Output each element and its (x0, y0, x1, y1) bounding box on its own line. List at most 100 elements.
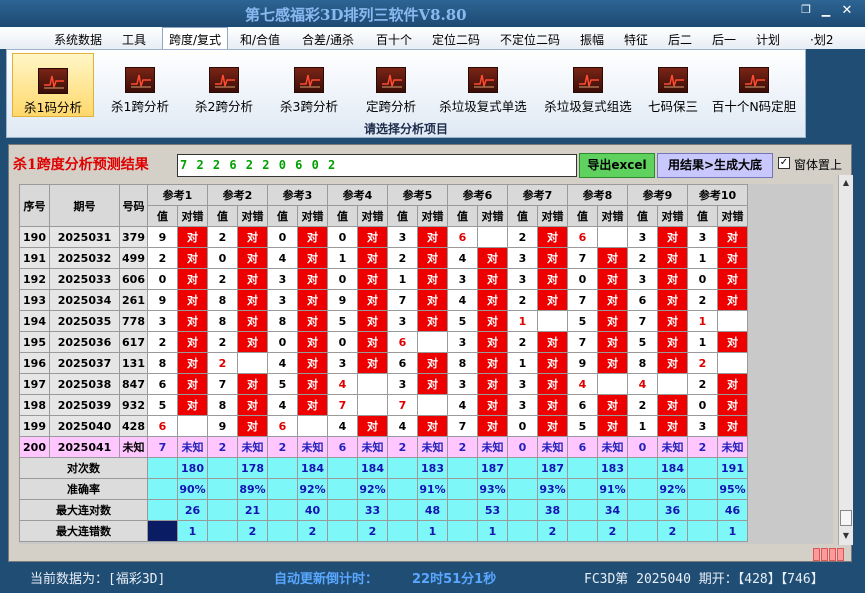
stats-value-cell: 36 (657, 499, 688, 521)
header-ref-7[interactable]: 参考7 (507, 184, 568, 206)
stats-spacer-cell (447, 478, 478, 500)
analysis-button-8[interactable]: 百十个N码定胆 (707, 53, 801, 117)
header-ref-8[interactable]: 参考8 (567, 184, 628, 206)
stats-value-cell: 1 (717, 520, 748, 542)
ref-value-cell: 6 (387, 352, 418, 374)
header-index[interactable]: 序号 (19, 184, 50, 227)
menu-item-1[interactable]: 工具 (122, 31, 146, 48)
analysis-button-4[interactable]: 定跨分析 (351, 53, 431, 117)
ref-value-cell: 0 (327, 331, 358, 353)
ref-value-cell: 2 (687, 352, 718, 374)
menu-item-0[interactable]: 系统数据 (54, 31, 102, 48)
ref-result-cell: 对 (177, 268, 208, 290)
ref-value-cell: 8 (627, 352, 658, 374)
generate-base-button[interactable]: 用结果>生成大底 (657, 153, 773, 178)
header-period[interactable]: 期号 (49, 184, 120, 227)
table-row[interactable]: 198 2025039 932 5 对 8 对 4 对 7 错 7 错 4 对 3 对 6 对 2 对 0 对 (19, 394, 748, 416)
row-index: 190 (19, 226, 50, 248)
ref-result-cell: 对 (597, 289, 628, 311)
analysis-button-1[interactable]: 杀1跨分析 (99, 53, 181, 117)
vertical-scrollbar[interactable]: ▲ ▼ (838, 175, 853, 545)
menu-item-2[interactable]: 跨度/复式 (162, 27, 229, 49)
stats-spacer-cell (507, 478, 538, 500)
table-row[interactable]: 194 2025035 778 3 对 8 对 8 对 5 对 3 对 5 对 1 错 5 对 7 对 1 错 (19, 310, 748, 332)
ref-value-cell: 2 (507, 226, 538, 248)
analysis-button-7[interactable]: 七码保三 (639, 53, 707, 117)
header-ref-9[interactable]: 参考9 (627, 184, 688, 206)
table-row[interactable]: 196 2025037 131 8 对 2 错 4 对 3 对 6 对 8 对 1 对 9 对 8 对 2 错 (19, 352, 748, 374)
header-ref-2[interactable]: 参考2 (207, 184, 268, 206)
ref-result-cell: 错 (417, 394, 448, 416)
restore-icon[interactable]: ❐ (797, 3, 815, 16)
ref-value-cell: 3 (507, 247, 538, 269)
update-progress-indicator (813, 546, 849, 561)
ref-result-cell: 对 (417, 289, 448, 311)
table-row[interactable]: 199 2025040 428 6 错 9 对 6 错 4 对 4 对 7 对 0 对 5 对 1 对 3 对 (19, 415, 748, 437)
prediction-row[interactable]: 200 2025041 未知 7 未知 2 未知 2 未知 6 未知 2 未知 2 未知 0 未知 6 未知 0 未知 2… (19, 436, 748, 458)
table-row[interactable]: 193 2025034 261 9 对 8 对 3 对 9 对 7 对 4 对 2 对 7 对 6 对 2 对 (19, 289, 748, 311)
header-ref-1[interactable]: 参考1 (147, 184, 208, 206)
result-field[interactable]: 7 2 2 6 2 2 0 6 0 2 (177, 154, 577, 177)
stats-value-cell: 89% (237, 478, 268, 500)
table-row[interactable]: 197 2025038 847 6 对 7 对 5 对 4 错 3 对 3 对 3 对 4 错 4 错 2 对 (19, 373, 748, 395)
header-ref-6[interactable]: 参考6 (447, 184, 508, 206)
menu-item-6[interactable]: 定位二码 (432, 31, 480, 48)
menu-item-4[interactable]: 合差/通杀 (302, 31, 354, 48)
analysis-button-label: 定跨分析 (365, 99, 416, 114)
ref-result-cell: 对 (177, 352, 208, 374)
close-icon[interactable]: ✕ (838, 3, 856, 18)
ref-value-cell: 4 (447, 394, 478, 416)
scroll-down-icon[interactable]: ▼ (840, 530, 852, 542)
ref-value-cell: 2 (627, 247, 658, 269)
analysis-button-6[interactable]: 杀垃圾复式组选 (539, 53, 637, 117)
ref-value-cell: 9 (327, 289, 358, 311)
header-ref-10[interactable]: 参考10 (687, 184, 748, 206)
menu-item-12[interactable]: 计划 (756, 31, 780, 48)
menu-item-5[interactable]: 百十个 (376, 31, 412, 48)
ref-value-cell: 2 (147, 331, 178, 353)
menu-item-11[interactable]: 后一 (712, 31, 736, 48)
ref-result-cell: 对 (597, 310, 628, 332)
stats-spacer-cell (327, 457, 358, 479)
ref-result-cell: 对 (297, 247, 328, 269)
stats-value-cell: 180 (177, 457, 208, 479)
export-excel-button[interactable]: 导出excel (579, 153, 655, 178)
menu-item-10[interactable]: 后二 (668, 31, 692, 48)
table-row[interactable]: 192 2025033 606 0 对 2 对 3 对 0 对 1 对 3 对 3 对 0 对 3 对 0 对 (19, 268, 748, 290)
ref-result-cell: 对 (297, 373, 328, 395)
table-row[interactable]: 190 2025031 379 9 对 2 对 0 对 0 对 3 对 6 错 2 对 6 错 3 对 3 对 (19, 226, 748, 248)
row-index: 191 (19, 247, 50, 269)
minimize-icon[interactable]: ▁ (817, 4, 835, 17)
analysis-button-5[interactable]: 杀垃圾复式单选 (431, 53, 535, 117)
table-row[interactable]: 191 2025032 499 2 对 0 对 4 对 1 对 2 对 4 对 3 对 7 对 2 对 1 对 (19, 247, 748, 269)
predicted-value-cell: 0 (507, 436, 538, 458)
header-ref-3[interactable]: 参考3 (267, 184, 328, 206)
stats-spacer-cell (207, 457, 238, 479)
subheader-result: 对错 (357, 205, 388, 227)
menu-item-9[interactable]: 特征 (624, 31, 648, 48)
menu-item-7[interactable]: 不定位二码 (500, 31, 560, 48)
stats-row: 准确率 90% 89% 92% 92% 91% 93% 93% 91% 92% 95% (19, 478, 748, 500)
menu-item-13[interactable]: ·划2 (810, 31, 833, 48)
analysis-button-3[interactable]: 杀3跨分析 (269, 53, 349, 117)
menu-item-8[interactable]: 振幅 (580, 31, 604, 48)
header-ref-4[interactable]: 参考4 (327, 184, 388, 206)
ref-result-cell: 错 (657, 373, 688, 395)
ref-value-cell: 4 (387, 415, 418, 437)
header-ref-5[interactable]: 参考5 (387, 184, 448, 206)
analysis-button-0[interactable]: 杀1码分析 (12, 53, 94, 117)
menu-item-3[interactable]: 和/合值 (240, 31, 280, 48)
stats-value-cell: 2 (537, 520, 568, 542)
scroll-up-icon[interactable]: ▲ (840, 177, 852, 189)
scroll-thumb[interactable] (840, 510, 852, 526)
ref-value-cell: 4 (267, 352, 298, 374)
analysis-button-2[interactable]: 杀2跨分析 (183, 53, 265, 117)
pin-window-checkbox[interactable]: ✓ (778, 157, 790, 169)
stats-value-cell: 183 (417, 457, 448, 479)
table-row[interactable]: 195 2025036 617 2 对 2 对 0 对 0 对 6 错 3 对 2 对 7 对 5 对 1 对 (19, 331, 748, 353)
ref-value-cell: 2 (147, 247, 178, 269)
ref-result-cell: 对 (537, 331, 568, 353)
stats-spacer-cell (507, 499, 538, 521)
stats-spacer-cell (147, 478, 178, 500)
header-number[interactable]: 号码 (119, 184, 148, 227)
